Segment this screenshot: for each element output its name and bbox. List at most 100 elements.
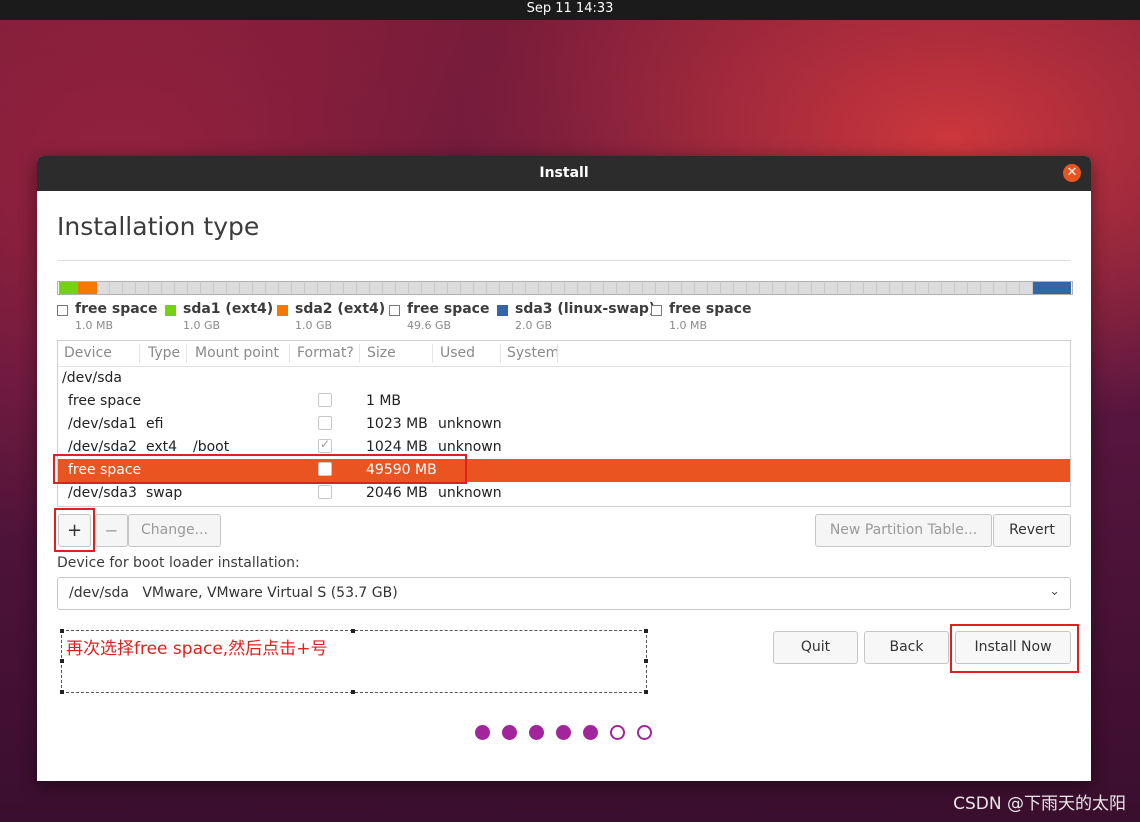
- resize-handle: [644, 659, 648, 663]
- cell-device: /dev/sda: [62, 370, 122, 386]
- cell-type: ext4: [146, 439, 178, 455]
- highlight-add-button: [54, 508, 95, 552]
- cell-device: /dev/sda1: [68, 416, 137, 432]
- close-button[interactable]: ✕: [1063, 164, 1081, 182]
- bootloader-value: /dev/sda VMware, VMware Virtual S (53.7 …: [69, 585, 398, 601]
- resize-handle: [644, 690, 648, 694]
- column-separator: [289, 344, 290, 363]
- partition-segment: [1071, 282, 1072, 294]
- progress-dot: [610, 725, 625, 740]
- resize-handle: [60, 659, 64, 663]
- progress-dot: [556, 725, 571, 740]
- resize-handle: [351, 690, 355, 694]
- back-button[interactable]: Back: [864, 631, 949, 664]
- column-separator: [432, 344, 433, 363]
- legend-size: 1.0 MB: [669, 319, 708, 332]
- cell-device: /dev/sda3: [68, 485, 137, 501]
- legend-size: 1.0 GB: [295, 319, 333, 332]
- minus-icon: −: [104, 521, 119, 540]
- legend-name: free space: [669, 301, 752, 317]
- legend-name: sda2 (ext4): [295, 301, 386, 317]
- column-separator: [139, 344, 140, 363]
- clock[interactable]: Sep 11 14:33: [527, 1, 614, 16]
- close-icon: ✕: [1066, 165, 1078, 180]
- progress-dot: [637, 725, 652, 740]
- cell-device: /dev/sda2: [68, 439, 137, 455]
- remove-partition-button[interactable]: −: [95, 514, 128, 547]
- column-header[interactable]: Type: [148, 345, 180, 361]
- legend-size: 2.0 GB: [515, 319, 553, 332]
- annotation-box: 再次选择free space,然后点击+号: [60, 629, 648, 694]
- column-header[interactable]: Size: [367, 345, 396, 361]
- legend-name: free space: [407, 301, 490, 317]
- legend-swatch: [277, 305, 288, 316]
- table-row[interactable]: /dev/sda3 swap 2046 MB unknown: [58, 482, 1070, 505]
- legend-size: 49.6 GB: [407, 319, 452, 332]
- column-separator: [186, 344, 187, 363]
- legend-swatch: [165, 305, 176, 316]
- legend-name: free space: [75, 301, 158, 317]
- format-checkbox[interactable]: [318, 416, 332, 430]
- cell-used: unknown: [438, 485, 502, 501]
- table-row[interactable]: /dev/sda: [58, 367, 1070, 390]
- bootloader-select[interactable]: /dev/sda VMware, VMware Virtual S (53.7 …: [57, 577, 1071, 610]
- top-bar: Sep 11 14:33: [0, 0, 1140, 20]
- format-checkbox[interactable]: [318, 437, 332, 453]
- legend-swatch: [497, 305, 508, 316]
- bootloader-label: Device for boot loader installation:: [57, 555, 300, 571]
- cell-size: 2046 MB: [366, 485, 428, 501]
- cell-size: 1023 MB: [366, 416, 428, 432]
- cell-used: unknown: [438, 439, 502, 455]
- table-header: Device Type Mount point Format? Size Used Syst…: [58, 341, 1070, 367]
- new-partition-table-label: New Partition Table...: [829, 522, 978, 538]
- cell-size: 1 MB: [366, 393, 402, 409]
- partition-segment: [78, 282, 97, 294]
- progress-dot: [529, 725, 544, 740]
- column-header[interactable]: Used: [440, 345, 475, 361]
- cell-type: efi: [146, 416, 164, 432]
- cell-size: 1024 MB: [366, 439, 428, 455]
- column-header[interactable]: Device: [64, 345, 112, 361]
- partition-segment: [1033, 282, 1071, 294]
- partition-segment: [97, 282, 1033, 294]
- legend-size: 1.0 MB: [75, 319, 114, 332]
- change-partition-button[interactable]: Change...: [128, 514, 221, 547]
- revert-label: Revert: [1009, 522, 1055, 538]
- format-checkbox[interactable]: [318, 393, 332, 407]
- revert-button[interactable]: Revert: [993, 514, 1071, 547]
- change-label: Change...: [141, 522, 208, 538]
- partition-legend: free space 1.0 MB sda1 (ext4) 1.0 GB sda2 (e…: [57, 301, 1071, 334]
- cell-mount: /boot: [193, 439, 230, 455]
- resize-handle: [644, 629, 648, 633]
- legend-swatch: [389, 305, 400, 316]
- table-row[interactable]: /dev/sda1 efi 1023 MB unknown: [58, 413, 1070, 436]
- column-header[interactable]: Format?: [297, 345, 354, 361]
- resize-handle: [60, 629, 64, 633]
- column-header[interactable]: System: [507, 345, 559, 361]
- page-title: Installation type: [57, 212, 260, 241]
- resize-handle: [60, 690, 64, 694]
- partition-bar: [57, 281, 1073, 295]
- format-checkbox[interactable]: [318, 485, 332, 499]
- highlight-install-button: [950, 624, 1079, 673]
- legend-swatch: [57, 305, 68, 316]
- annotation-text: 再次选择free space,然后点击+号: [66, 639, 328, 659]
- progress-dot: [475, 725, 490, 740]
- divider: [57, 260, 1071, 261]
- resize-handle: [351, 629, 355, 633]
- new-partition-table-button[interactable]: New Partition Table...: [815, 514, 992, 547]
- column-header[interactable]: Mount point: [195, 345, 279, 361]
- watermark: CSDN @下雨天的太阳: [953, 794, 1126, 814]
- highlight-selected-row: [53, 454, 467, 484]
- table-row[interactable]: free space 1 MB: [58, 390, 1070, 413]
- install-window: Install ✕ Installation type free space 1.…: [37, 156, 1091, 781]
- quit-label: Quit: [800, 639, 831, 655]
- column-separator: [557, 344, 558, 363]
- window-title: Install: [539, 165, 589, 181]
- legend-name: sda1 (ext4): [183, 301, 274, 317]
- quit-button[interactable]: Quit: [773, 631, 858, 664]
- chevron-down-icon: ⌄: [1049, 584, 1060, 599]
- column-separator: [359, 344, 360, 363]
- cell-used: unknown: [438, 416, 502, 432]
- cell-device: free space: [68, 393, 142, 409]
